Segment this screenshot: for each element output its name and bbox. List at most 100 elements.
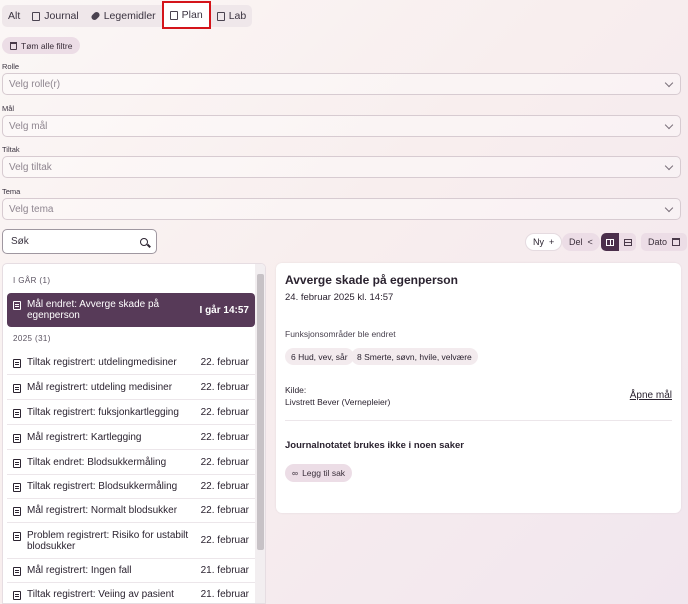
share-button[interactable]: Del <: [562, 233, 600, 251]
document-icon: [13, 383, 21, 393]
tema-select[interactable]: Velg tema: [2, 198, 681, 220]
entry-date: 21. februar: [200, 589, 249, 600]
document-icon: [13, 408, 21, 418]
group-heading: I GÅR (1): [13, 276, 51, 285]
document-icon: [13, 358, 21, 368]
filter-label-tiltak: Tiltak: [2, 145, 20, 154]
entry-date: 22. februar: [200, 456, 249, 468]
list-item[interactable]: Mål registrert: Kartlegging 22. februar: [7, 425, 255, 450]
list-view-toggle[interactable]: [619, 233, 636, 251]
mal-select[interactable]: Velg mål: [2, 115, 681, 137]
list-item[interactable]: Mål registrert: utdeling medisiner 22. f…: [7, 375, 255, 400]
scrollbar[interactable]: [255, 264, 265, 603]
function-area-tag: 6 Hud, vev, sår: [285, 348, 354, 365]
rows-icon: [623, 238, 632, 246]
source-value: Livstrett Bever (Vernepleier): [285, 397, 391, 407]
entry-title: Tiltak registrert: utdelingmedisiner: [27, 356, 177, 368]
divider: [285, 420, 672, 421]
entry-date: 22. februar: [200, 505, 249, 516]
entry-title: Mål registrert: Ingen fall: [27, 565, 132, 576]
entry-date: I går 14:57: [199, 304, 249, 316]
split-view-toggle[interactable]: [601, 233, 619, 251]
chevron-down-icon: [664, 161, 674, 170]
entry-title: Mål registrert: Kartlegging: [27, 431, 142, 443]
list-item[interactable]: Tiltak registrert: fuksjonkartlegging 22…: [7, 400, 255, 425]
entry-date: 22. februar: [200, 406, 249, 418]
list-item[interactable]: Mål registrert: Normalt blodsukker 22. f…: [7, 499, 255, 523]
entry-list: I GÅR (1) Mål endret: Avverge skade på e…: [2, 263, 266, 604]
open-goal-link[interactable]: Åpne mål: [630, 390, 672, 401]
tab-label: Journal: [44, 10, 79, 22]
entry-date: 22. februar: [200, 431, 249, 443]
rolle-select[interactable]: Velg rolle(r): [2, 73, 681, 95]
date-label: Dato: [648, 237, 668, 247]
date-sort-button[interactable]: Dato: [641, 233, 688, 251]
share-label: Del: [569, 237, 583, 247]
filter-label-rolle: Rolle: [2, 62, 20, 71]
calendar-icon: [672, 238, 681, 246]
document-icon: [13, 301, 21, 310]
document-icon: [13, 483, 21, 492]
columns-icon: [606, 238, 614, 246]
chevron-down-icon: [664, 78, 674, 87]
search-input[interactable]: Søk: [2, 229, 157, 254]
trash-icon: [10, 41, 17, 50]
list-item[interactable]: Tiltak registrert: Blodsukkermåling 22. …: [7, 475, 255, 499]
detail-title: Avverge skade på egenperson: [285, 273, 458, 287]
tab-lab[interactable]: Lab: [211, 5, 253, 27]
document-icon: [32, 11, 41, 21]
tab-label: Legemidler: [103, 10, 156, 22]
entry-title: Tiltak registrert: Blodsukkermåling: [27, 481, 178, 492]
filter-label-mal: Mål: [2, 104, 15, 113]
document-icon: [13, 591, 21, 600]
list-item[interactable]: Problem registrert: Risiko for ustabilt …: [7, 523, 255, 559]
link-icon: ∞: [292, 468, 299, 478]
record-tabs: Alt Journal Legemidler Plan Lab: [2, 1, 253, 29]
list-item[interactable]: Tiltak registrert: Veiing av pasient 21.…: [7, 583, 255, 603]
tab-label: Plan: [181, 9, 203, 21]
tab-plan[interactable]: Plan: [161, 1, 211, 29]
tiltak-select[interactable]: Velg tiltak: [2, 156, 681, 178]
list-item[interactable]: Tiltak endret: Blodsukkermåling 22. febr…: [7, 450, 255, 475]
document-icon: [169, 10, 178, 20]
rolle-placeholder: Velg rolle(r): [9, 78, 61, 90]
source-label: Kilde:: [285, 385, 307, 395]
clear-filters-button[interactable]: Tøm alle filtre: [2, 37, 81, 54]
pill-icon: [89, 10, 101, 22]
plus-icon: +: [549, 237, 555, 247]
entry-title: Mål registrert: Normalt blodsukker: [27, 505, 178, 516]
group-heading: 2025 (31): [13, 334, 51, 343]
tab-alt[interactable]: Alt: [2, 5, 26, 27]
list-item[interactable]: Mål registrert: Ingen fall 21. februar: [7, 559, 255, 583]
chevron-down-icon: [664, 120, 674, 129]
search-icon[interactable]: [140, 237, 148, 246]
share-icon: <: [587, 237, 593, 247]
mal-placeholder: Velg mål: [9, 120, 48, 132]
case-note: Journalnotatet brukes ikke i noen saker: [285, 440, 464, 451]
document-icon: [13, 458, 21, 468]
entry-title: Tiltak endret: Blodsukkermåling: [27, 456, 167, 468]
add-to-case-button[interactable]: ∞ Legg til sak: [285, 464, 353, 482]
entry-title: Mål endret: Avverge skade på egenperson: [27, 299, 160, 321]
filter-label-tema: Tema: [2, 187, 21, 196]
tiltak-placeholder: Velg tiltak: [9, 161, 52, 173]
tab-label: Alt: [8, 10, 21, 22]
document-icon: [13, 567, 21, 576]
entry-title: Tiltak registrert: Veiing av pasient: [27, 589, 174, 600]
list-item[interactable]: Tiltak registrert: utdelingmedisiner 22.…: [7, 350, 255, 375]
changed-label: Funksjonsområder ble endret: [285, 329, 396, 339]
tab-legemidler[interactable]: Legemidler: [85, 5, 162, 27]
document-icon: [13, 433, 21, 443]
detail-panel: Avverge skade på egenperson 24. februar …: [276, 263, 681, 513]
tema-placeholder: Velg tema: [9, 203, 54, 215]
function-area-tag: 8 Smerte, søvn, hvile, velvære: [351, 348, 478, 365]
tab-journal[interactable]: Journal: [26, 5, 84, 27]
chevron-down-icon: [664, 203, 674, 212]
scrollbar-thumb[interactable]: [257, 274, 264, 550]
flask-icon: [216, 11, 225, 21]
list-item-selected[interactable]: Mål endret: Avverge skade på egenperson …: [7, 293, 255, 327]
add-to-case-label: Legg til sak: [302, 468, 346, 478]
entry-date: 22. februar: [200, 481, 249, 492]
new-label: Ny: [533, 237, 544, 247]
new-button[interactable]: Ny +: [525, 233, 563, 251]
